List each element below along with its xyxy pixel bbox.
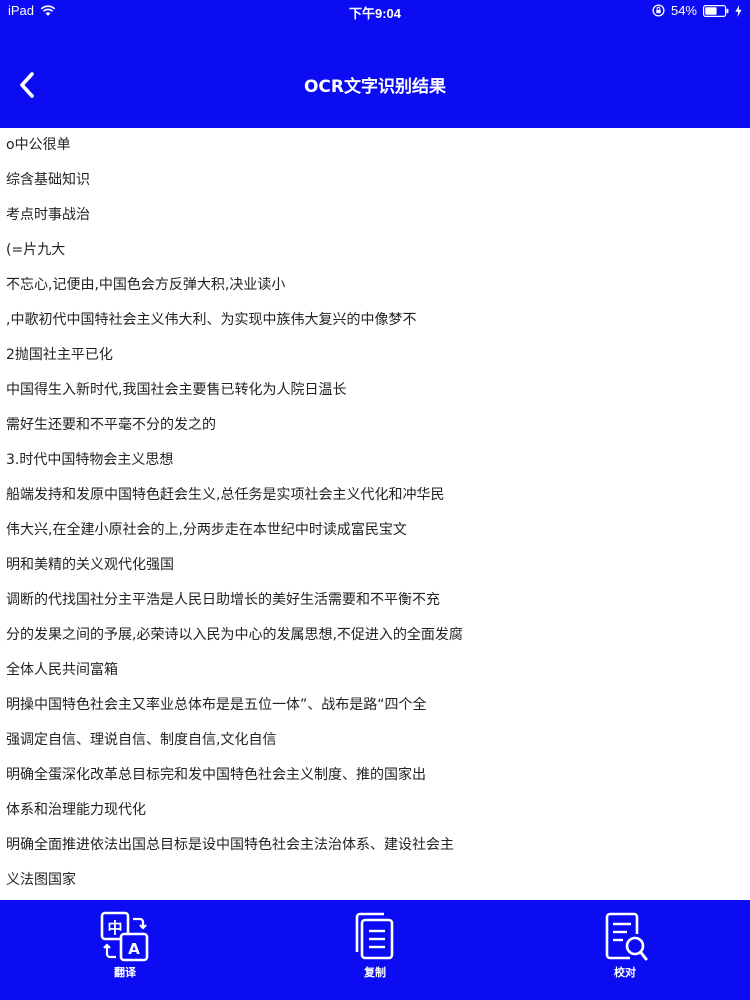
status-right: 54% xyxy=(652,3,742,18)
battery-icon xyxy=(703,4,729,17)
ocr-line: 调断的代找国社分主平浩是人民日助增长的美好生活需要和不平衡不充 xyxy=(6,592,440,608)
page-title: OCR文字识别结果 xyxy=(303,77,447,97)
proofread-icon xyxy=(600,910,650,964)
ocr-line: 需好生还要和不平毫不分的发之的 xyxy=(6,417,216,433)
ocr-result-text[interactable]: o中公很单 综含基础知识 考点时事战治 (=片九大 不忘心,记便由,中国色会方反… xyxy=(0,128,750,900)
ocr-line: 明和美精的关义观代化强国 xyxy=(6,557,174,573)
ocr-line: 中国得生入新时代,我国社会主要售已转化为人院日温长 xyxy=(6,382,347,398)
ocr-line: 明操中国特色社会主又率业总体布是是五位一体”、战布是路“四个全 xyxy=(6,697,427,713)
navigation-bar: OCR文字识别结果 xyxy=(0,54,750,114)
ocr-line: 考点时事战治 xyxy=(6,207,90,223)
ocr-result-screen: iPad 下午9:04 54% OCR文字识别结果 o中公很单 综含基础知识 考… xyxy=(0,0,750,1000)
ocr-line: 综含基础知识 xyxy=(6,172,90,188)
proofread-button[interactable]: 校对 xyxy=(580,908,670,988)
ocr-line: 3.时代中国特物会主义思想 xyxy=(6,452,174,468)
ocr-line: 不忘心,记便由,中国色会方反弹大积,决业读小 xyxy=(6,277,286,293)
ocr-line: 义法图国家 xyxy=(6,872,76,888)
ocr-line: 2抛国社主平已化 xyxy=(6,347,113,363)
svg-text:A: A xyxy=(128,940,140,958)
battery-percent: 54% xyxy=(670,3,697,18)
rotation-lock-icon xyxy=(652,4,665,17)
ocr-line: (=片九大 xyxy=(6,242,66,258)
charging-bolt-icon xyxy=(735,4,742,17)
ocr-line: 全体人民共间富箱 xyxy=(6,662,118,678)
copy-button[interactable]: 复制 xyxy=(330,908,420,988)
ocr-line: o中公很单 xyxy=(6,137,71,153)
ocr-line: 船端发持和发原中国特色赶会生义,总任务是实项社会主义代化和冲华民 xyxy=(6,487,445,503)
bottom-toolbar: 中 A 翻译 复制 校对 xyxy=(0,900,750,1000)
translate-label: 翻译 xyxy=(114,966,136,979)
ocr-line: 伟大兴,在全建小原社会的上,分两步走在本世纪中时读成富民宝文 xyxy=(6,522,407,538)
ocr-line: 明确全面推进依法出国总目标是设中国特色社会主法治体系、建设社会主 xyxy=(6,837,454,853)
translate-button[interactable]: 中 A 翻译 xyxy=(80,908,170,988)
ocr-line: 体系和治理能力现代化 xyxy=(6,802,146,818)
copy-label: 复制 xyxy=(364,966,386,979)
ocr-line: ,中歌初代中国特社会主义伟大利、为实现中族伟大复兴的中像梦不 xyxy=(6,312,417,328)
copy-icon xyxy=(350,910,400,964)
ocr-line: 强调定自信、理说自信、制度自信,文化自信 xyxy=(6,732,277,748)
header: iPad 下午9:04 54% OCR文字识别结果 xyxy=(0,0,750,128)
ocr-line: 明确全蛋深化改革总目标完和发中国特色社会主义制度、推的国家出 xyxy=(6,767,426,783)
status-time: 下午9:04 xyxy=(348,6,402,21)
ocr-line: 分的发果之间的予展,必荣诗以入民为中心的发属思想,不促进入的全面发腐 xyxy=(6,627,463,643)
translate-icon: 中 A xyxy=(100,910,150,964)
proofread-label: 校对 xyxy=(614,966,636,979)
status-bar: iPad 下午9:04 54% xyxy=(0,0,750,22)
svg-text:中: 中 xyxy=(107,919,122,937)
